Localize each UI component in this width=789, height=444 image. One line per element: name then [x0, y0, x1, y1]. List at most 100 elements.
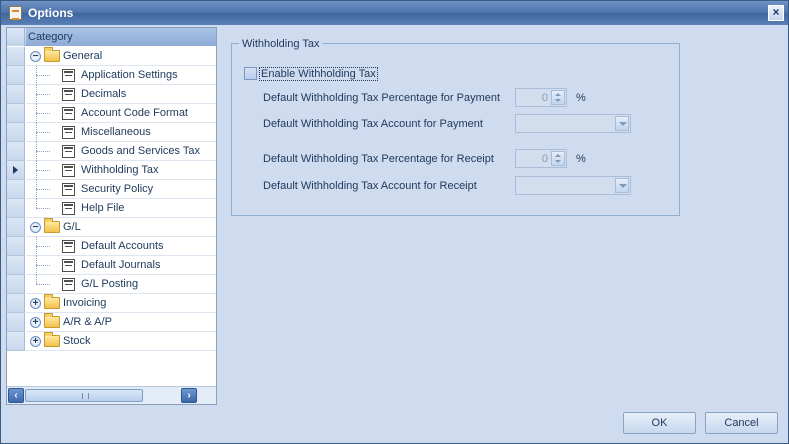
payment-percent-symbol: %: [576, 92, 586, 104]
document-icon: [62, 202, 75, 215]
row-indicator: [7, 104, 25, 123]
category-column-header[interactable]: Category: [28, 31, 73, 43]
tree-item-label: Default Journals: [81, 259, 161, 271]
ok-button[interactable]: OK: [623, 412, 696, 434]
row-indicator: [7, 275, 25, 294]
receipt-percentage-label: Default Withholding Tax Percentage for R…: [263, 153, 494, 165]
scroll-thumb[interactable]: [25, 389, 143, 402]
row-indicator: [7, 332, 25, 351]
tree-group[interactable]: − General: [7, 47, 216, 66]
folder-icon: [44, 294, 60, 309]
document-icon: [62, 69, 75, 82]
receipt-percentage-spinner[interactable]: 0: [515, 149, 567, 168]
payment-percentage-spinner[interactable]: 0: [515, 88, 567, 107]
expand-icon[interactable]: +: [30, 317, 41, 328]
chevron-right-icon: ›: [187, 390, 191, 401]
row-indicator: [7, 123, 25, 142]
receipt-account-label: Default Withholding Tax Account for Rece…: [263, 180, 477, 192]
collapse-icon[interactable]: −: [30, 51, 41, 62]
close-icon: ×: [772, 5, 780, 19]
chevron-down-icon[interactable]: [615, 116, 629, 131]
chevron-down-icon[interactable]: [615, 178, 629, 193]
document-icon: [62, 88, 75, 101]
tree-item-label: Default Accounts: [81, 240, 164, 252]
options-app-icon: [9, 6, 22, 20]
tree-group-label: A/R & A/P: [63, 316, 112, 328]
tree-group-label: General: [63, 50, 103, 62]
chevron-left-icon: ‹: [14, 390, 18, 401]
tree-item-label: Withholding Tax: [81, 164, 159, 176]
tree-group[interactable]: + Invoicing: [7, 294, 216, 313]
cancel-button[interactable]: Cancel: [705, 412, 778, 434]
document-icon: [62, 164, 75, 177]
tree-item[interactable]: Help File: [7, 199, 216, 218]
tree-item[interactable]: Application Settings: [7, 66, 216, 85]
tree-group-label: G/L: [63, 221, 81, 233]
tree-group-label: Invoicing: [63, 297, 107, 309]
tree-item[interactable]: Security Policy: [7, 180, 216, 199]
tree-item[interactable]: Withholding Tax: [7, 161, 216, 180]
document-icon: [62, 145, 75, 158]
payment-account-label: Default Withholding Tax Account for Paym…: [263, 118, 483, 130]
tree-item-label: Goods and Services Tax: [81, 145, 201, 157]
options-dialog: Options × Category − General Application S…: [0, 0, 789, 444]
folder-icon: [44, 218, 60, 233]
enable-withholding-checkbox[interactable]: [244, 67, 257, 80]
row-indicator: [7, 313, 25, 332]
tree-item-label: Miscellaneous: [81, 126, 151, 138]
tree-item-label: Help File: [81, 202, 125, 214]
tree-item[interactable]: Goods and Services Tax: [7, 142, 216, 161]
row-indicator: [7, 47, 25, 66]
withholding-tax-group-title: Withholding Tax: [239, 38, 323, 50]
scroll-right-button[interactable]: ›: [181, 388, 197, 403]
tree-item[interactable]: Default Accounts: [7, 237, 216, 256]
tree-group[interactable]: + A/R & A/P: [7, 313, 216, 332]
tree-header-indicator: [7, 28, 25, 46]
tree-item[interactable]: G/L Posting: [7, 275, 216, 294]
folder-icon: [44, 313, 60, 328]
scroll-left-button[interactable]: ‹: [8, 388, 24, 403]
payment-percentage-label: Default Withholding Tax Percentage for P…: [263, 92, 501, 104]
row-indicator: [7, 85, 25, 104]
payment-account-dropdown[interactable]: [515, 114, 631, 133]
enable-withholding-label[interactable]: Enable Withholding Tax: [259, 67, 378, 81]
document-icon: [62, 259, 75, 272]
tree-item-label: Decimals: [81, 88, 127, 100]
tree-item[interactable]: Account Code Format: [7, 104, 216, 123]
receipt-percent-symbol: %: [576, 153, 586, 165]
tree-item[interactable]: Decimals: [7, 85, 216, 104]
tree-group-label: Stock: [63, 335, 91, 347]
receipt-account-dropdown[interactable]: [515, 176, 631, 195]
tree-group[interactable]: − G/L: [7, 218, 216, 237]
folder-icon: [44, 47, 60, 62]
expand-icon[interactable]: +: [30, 336, 41, 347]
row-indicator: [7, 218, 25, 237]
tree-item[interactable]: Miscellaneous: [7, 123, 216, 142]
folder-icon: [44, 332, 60, 347]
document-icon: [62, 183, 75, 196]
tree-item-label: G/L Posting: [81, 278, 139, 290]
row-indicator: [7, 161, 25, 180]
close-button[interactable]: ×: [768, 5, 784, 21]
tree-item-label: Account Code Format: [81, 107, 188, 119]
title-bar[interactable]: Options ×: [1, 1, 788, 25]
document-icon: [62, 278, 75, 291]
current-row-arrow-icon: [13, 166, 18, 174]
document-icon: [62, 126, 75, 139]
tree-item[interactable]: Default Journals: [7, 256, 216, 275]
spin-updown-icon[interactable]: [551, 151, 565, 166]
tree-group[interactable]: + Stock: [7, 332, 216, 351]
spin-updown-icon[interactable]: [551, 90, 565, 105]
row-indicator: [7, 256, 25, 275]
row-indicator: [7, 142, 25, 161]
row-indicator: [7, 237, 25, 256]
horizontal-scrollbar[interactable]: ‹ ›: [7, 386, 216, 404]
row-indicator: [7, 294, 25, 313]
row-indicator: [7, 180, 25, 199]
collapse-icon[interactable]: −: [30, 222, 41, 233]
expand-icon[interactable]: +: [30, 298, 41, 309]
tree-header: Category: [7, 28, 216, 46]
category-tree: Category − General Application Settings Dec…: [6, 27, 217, 405]
window-title: Options: [28, 6, 74, 20]
tree-item-label: Security Policy: [81, 183, 154, 195]
